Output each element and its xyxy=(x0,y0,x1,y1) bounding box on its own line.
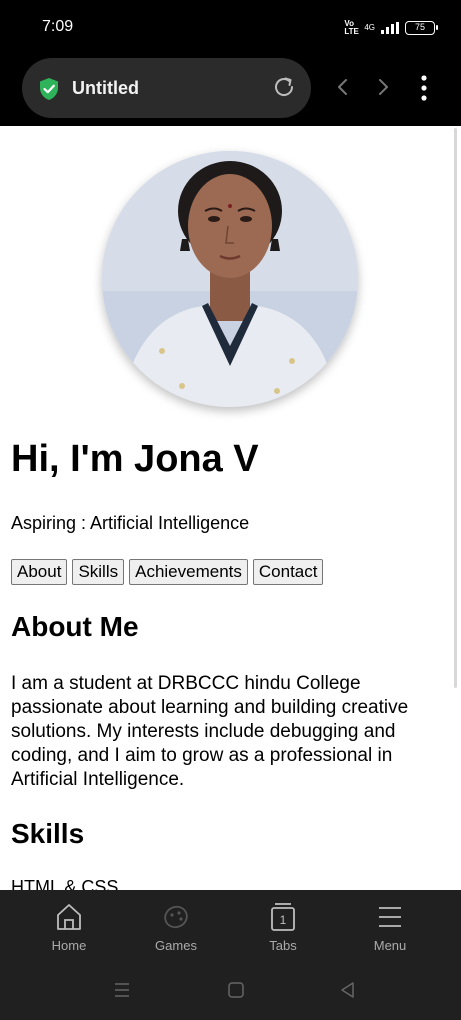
address-bar[interactable]: Untitled xyxy=(22,58,311,118)
section-nav: About Skills Achievements Contact xyxy=(11,559,324,585)
page-heading: Hi, I'm Jona V xyxy=(11,438,259,480)
tab-title: Untitled xyxy=(72,78,139,98)
contact-button[interactable]: Contact xyxy=(252,559,324,585)
battery-icon: 75 xyxy=(405,21,438,35)
about-heading: About Me xyxy=(11,611,139,642)
web-content: Hi, I'm Jona V Aspiring : Artificial Int… xyxy=(0,126,461,890)
nav-games-label: Games xyxy=(155,938,197,953)
recents-icon[interactable] xyxy=(112,980,132,1000)
back-button-icon[interactable] xyxy=(338,980,358,1000)
nav-menu[interactable]: Menu xyxy=(340,890,440,960)
skills-heading: Skills xyxy=(11,818,85,849)
network-type: 4G xyxy=(364,23,375,32)
bottom-nav: Home Games 1 Tabs Menu xyxy=(0,890,461,960)
about-text: I am a student at DRBCCC hindu College p… xyxy=(11,673,409,790)
nav-games[interactable]: Games xyxy=(126,890,226,960)
volte-icon: Vo LTE xyxy=(344,19,359,36)
battery-level: 75 xyxy=(414,22,425,32)
forward-icon[interactable] xyxy=(373,76,393,98)
status-bar: 7:09 Vo LTE 4G 75 xyxy=(0,0,461,56)
profile-photo xyxy=(102,151,358,407)
nav-home-label: Home xyxy=(51,938,87,953)
portrait-image xyxy=(102,151,358,407)
tagline: Aspiring : Artificial Intelligence xyxy=(11,513,250,533)
skill-item: HTML & CSS xyxy=(11,877,119,890)
menu-icon xyxy=(379,907,401,927)
more-options-icon[interactable] xyxy=(414,74,434,102)
about-button[interactable]: About xyxy=(11,559,68,585)
gamepad-icon xyxy=(164,905,188,929)
status-icons: Vo LTE 4G 75 xyxy=(344,19,438,36)
tabs-count: 1 xyxy=(280,913,287,927)
system-nav-bar xyxy=(0,960,461,1020)
home-button-icon[interactable] xyxy=(226,980,246,1000)
shield-icon xyxy=(40,78,58,100)
scrollbar[interactable] xyxy=(454,128,457,688)
signal-icon xyxy=(381,22,399,34)
achievements-button[interactable]: Achievements xyxy=(129,559,248,585)
nav-tabs[interactable]: 1 Tabs xyxy=(233,890,333,960)
nav-home[interactable]: Home xyxy=(19,890,119,960)
reload-icon[interactable] xyxy=(271,74,297,100)
nav-tabs-label: Tabs xyxy=(269,938,297,953)
status-time: 7:09 xyxy=(42,18,74,35)
nav-menu-label: Menu xyxy=(373,938,407,953)
back-icon[interactable] xyxy=(333,76,353,98)
tabs-icon: 1 xyxy=(271,903,295,931)
browser-toolbar: Untitled xyxy=(0,56,461,126)
home-icon xyxy=(57,904,81,930)
skills-button[interactable]: Skills xyxy=(72,559,125,585)
